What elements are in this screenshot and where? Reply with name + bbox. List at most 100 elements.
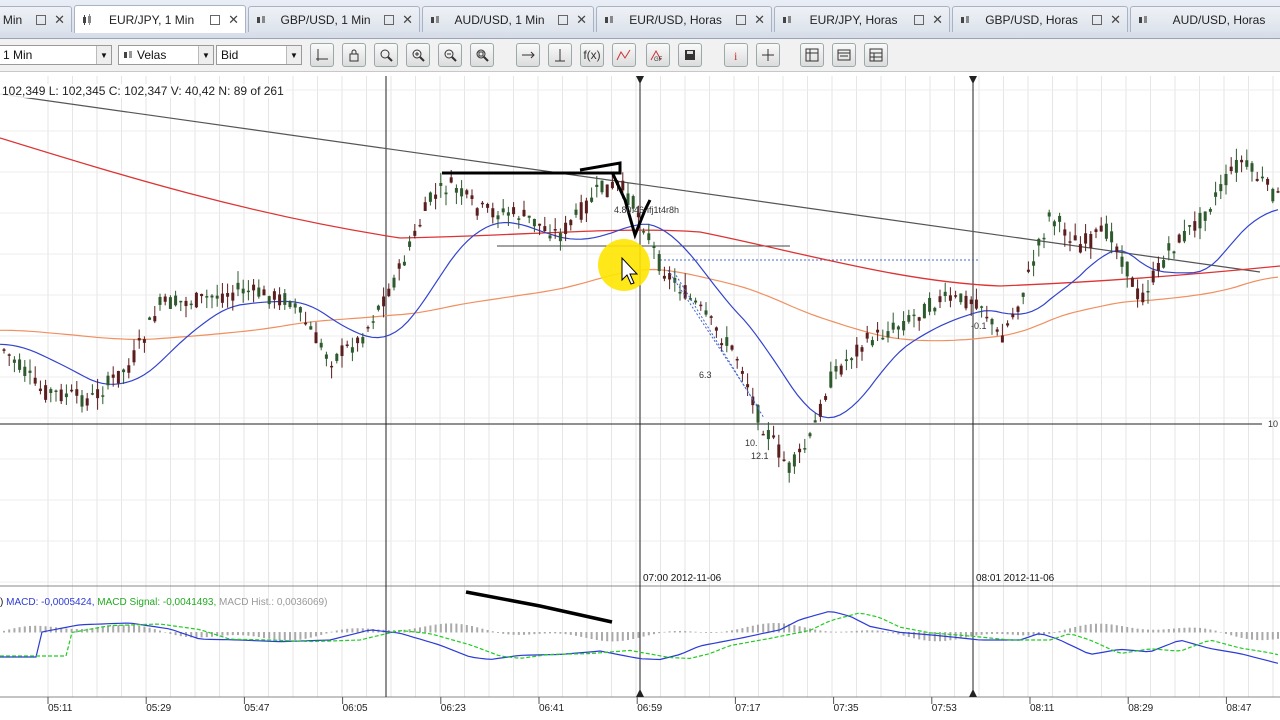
candle-body [194, 292, 198, 308]
histogram-bar [497, 632, 499, 633]
candle-body [730, 345, 734, 350]
tab-audusd-horas[interactable]: AUD/USD, Horas [1130, 6, 1280, 32]
histogram-bar [642, 632, 645, 637]
histogram-bar [767, 623, 770, 633]
candle-body [168, 297, 172, 309]
candle-body [257, 287, 261, 297]
chevron-down-icon[interactable]: ▼ [198, 46, 213, 64]
histogram-bar [112, 625, 115, 633]
histogram-bar [814, 629, 817, 633]
tab-gbpusd-horas[interactable]: GBP/USD, Horas ✕ [952, 6, 1128, 32]
popout-icon[interactable] [1092, 14, 1103, 25]
candle-body [1000, 335, 1004, 343]
zoom-fit-button[interactable] [470, 43, 494, 67]
tab-min[interactable]: Min ✕ [0, 6, 72, 32]
candle-body [553, 229, 557, 231]
lock-button[interactable] [342, 43, 366, 67]
histogram-bar [1183, 627, 1186, 633]
histogram-bar [320, 632, 323, 635]
histogram-bar [1209, 629, 1212, 633]
candle-body [267, 296, 271, 305]
popout-icon[interactable] [558, 14, 569, 25]
tab-eurjpy-horas[interactable]: EUR/JPY, Horas ✕ [774, 6, 950, 32]
level-label: -0.1 [971, 321, 987, 331]
candle-body [876, 329, 880, 333]
histogram-bar [143, 626, 146, 633]
save-button[interactable] [678, 43, 702, 67]
time-tick-label: 08:29 [1128, 703, 1153, 714]
shift-button[interactable] [516, 43, 540, 67]
gf-button[interactable]: GF [646, 43, 670, 67]
close-icon[interactable]: ✕ [228, 12, 239, 28]
close-icon[interactable]: ✕ [932, 12, 943, 28]
chevron-down-icon[interactable]: ▼ [286, 46, 301, 64]
zoom-button[interactable] [374, 43, 398, 67]
popout-icon[interactable] [736, 14, 747, 25]
histogram-bar [668, 631, 671, 633]
popout-icon[interactable] [914, 14, 925, 25]
tab-eurjpy-1min[interactable]: EUR/JPY, 1 Min ✕ [74, 5, 246, 33]
histogram-bar [133, 625, 135, 633]
macd-value: MACD: -0,0005424, [6, 597, 95, 608]
popout-icon[interactable] [36, 14, 47, 25]
candle-body [1250, 163, 1254, 172]
candle-body [522, 209, 526, 217]
histogram-bar [1121, 626, 1123, 633]
close-icon[interactable]: ✕ [402, 12, 413, 28]
histogram-bar [481, 628, 484, 633]
histogram-bar [465, 624, 468, 633]
table-button[interactable] [864, 43, 888, 67]
candle-body [1063, 229, 1067, 236]
candle-body [174, 295, 178, 306]
histogram-bar [299, 632, 302, 640]
chevron-down-icon[interactable]: ▼ [96, 46, 111, 64]
zoom-fit-icon [476, 49, 489, 62]
candle-body [938, 296, 942, 303]
candlestick-series [2, 148, 1280, 483]
close-icon[interactable]: ✕ [54, 12, 65, 28]
close-icon[interactable]: ✕ [1110, 12, 1121, 28]
popout-icon[interactable] [210, 14, 221, 25]
chart-tab-bar: Min ✕ EUR/JPY, 1 Min ✕ GBP/USD, 1 Min ✕ … [0, 0, 1280, 39]
period-select[interactable]: 1 Min ▼ [0, 45, 112, 65]
candle-body [1037, 238, 1041, 246]
close-icon[interactable]: ✕ [754, 12, 765, 28]
autoscale-button[interactable] [548, 43, 572, 67]
cursor-button[interactable] [756, 43, 780, 67]
histogram-bar [1105, 623, 1108, 633]
tab-label: EUR/JPY, 1 Min [108, 12, 195, 27]
histogram-bar [1110, 624, 1113, 633]
crosshair-button[interactable] [310, 43, 334, 67]
tab-eurusd-horas[interactable]: EUR/USD, Horas ✕ [596, 6, 772, 32]
candle-body [1115, 246, 1119, 253]
layout-button[interactable] [800, 43, 824, 67]
close-icon[interactable]: ✕ [576, 12, 587, 28]
histogram-bar [1261, 632, 1264, 641]
template-button[interactable] [832, 43, 856, 67]
histogram-bar [855, 630, 858, 633]
candle-body [231, 292, 235, 301]
info-button[interactable]: i [724, 43, 748, 67]
candle-body [1240, 159, 1244, 163]
zoom-in-button[interactable] [406, 43, 430, 67]
histogram-bar [356, 628, 359, 633]
candle-body [1068, 241, 1072, 243]
candle-body [330, 365, 334, 368]
candle-body [964, 295, 968, 309]
histogram-bar [1069, 628, 1071, 633]
histogram-bar [1089, 624, 1092, 633]
formula-button[interactable]: f(x) [580, 43, 604, 67]
macd-legend-prefix: ) [0, 597, 4, 608]
candle-body [600, 180, 604, 193]
indicator-button[interactable] [612, 43, 636, 67]
chart-type-select[interactable]: Velas ▼ [118, 45, 214, 65]
price-side-select[interactable]: Bid ▼ [216, 45, 302, 65]
tab-audusd-1min[interactable]: AUD/USD, 1 Min ✕ [422, 6, 594, 32]
zoom-out-button[interactable] [438, 43, 462, 67]
price-chart[interactable]: 4.80:46-ifj1t4r8h 6.3 10. 12.1 -0.1 10 0… [0, 72, 1280, 720]
histogram-bar [330, 631, 333, 633]
marker-arrow-icon [636, 689, 644, 697]
candle-body [262, 289, 266, 296]
tab-gbpusd-1min[interactable]: GBP/USD, 1 Min ✕ [248, 6, 420, 32]
popout-icon[interactable] [384, 14, 395, 25]
